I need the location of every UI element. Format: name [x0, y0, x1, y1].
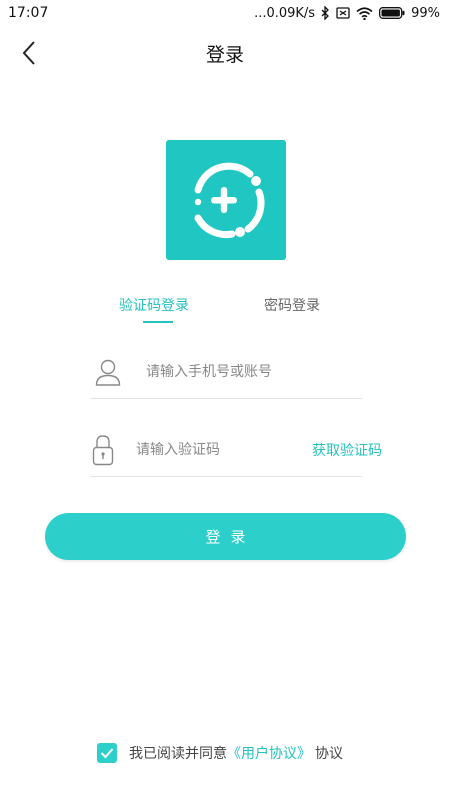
account-row	[90, 346, 362, 399]
plus-circle-logo-icon	[194, 162, 265, 239]
account-input[interactable]	[144, 363, 362, 381]
agreement-suffix: 协议	[315, 746, 343, 762]
app-logo	[166, 140, 286, 260]
status-indicators: ...0.09K/s 99%	[254, 6, 440, 21]
user-agreement-link[interactable]: 《用户协议》	[227, 743, 311, 763]
network-speed: ...0.09K/s	[254, 5, 316, 21]
chevron-left-icon	[22, 41, 35, 65]
agreement-prefix: 我已阅读并同意	[129, 746, 227, 762]
user-icon	[92, 356, 124, 388]
login-tabs: 验证码登录 密码登录	[0, 295, 450, 327]
sim-icon	[336, 7, 350, 19]
lock-icon	[92, 434, 114, 466]
wifi-icon	[356, 6, 373, 20]
tab-sms-login[interactable]: 验证码登录	[119, 295, 189, 315]
login-button[interactable]: 登录	[45, 513, 406, 560]
code-row: 获取验证码	[90, 424, 382, 477]
page-title: 登录	[205, 43, 244, 66]
verification-code-input[interactable]	[134, 441, 312, 459]
battery-percent: 99%	[411, 5, 440, 21]
status-bar: 17:07 ...0.09K/s 99%	[0, 0, 450, 26]
login-screen: 17:07 ...0.09K/s 99% 登录 验证码登录 密码登录 请输入手机…	[0, 0, 450, 800]
battery-icon	[379, 7, 405, 19]
agreement: 我已阅读并同意 《用户协议》 协议	[97, 741, 343, 765]
back-button[interactable]	[14, 38, 44, 68]
bluetooth-icon	[321, 6, 330, 20]
agreement-checkbox[interactable]	[97, 743, 117, 763]
header: 登录	[0, 26, 450, 80]
active-tab-indicator	[143, 321, 173, 323]
status-time: 17:07	[8, 5, 49, 21]
checkmark-icon	[100, 748, 114, 759]
tab-password-login[interactable]: 密码登录	[264, 295, 320, 315]
get-code-button[interactable]: 获取验证码	[312, 440, 382, 460]
